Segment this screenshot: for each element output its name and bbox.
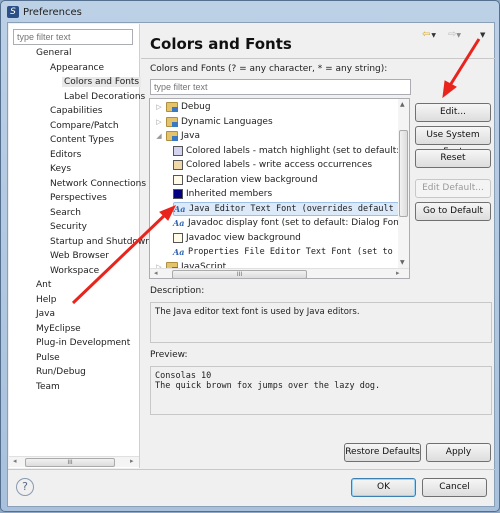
category-folder-icon xyxy=(166,116,178,127)
help-icon[interactable]: ? xyxy=(16,478,34,496)
preference-tree-item[interactable]: Search xyxy=(50,208,81,218)
tree-item-label: Debug xyxy=(181,102,211,112)
color-font-tree-item[interactable]: ▷ Dynamic Languages xyxy=(155,115,273,129)
color-font-tree-item[interactable]: Aa Javadoc display font (set to default: … xyxy=(173,216,402,230)
tree-item-label: Properties File Editor Text Font (set to xyxy=(188,247,393,257)
color-font-tree-item[interactable]: ▷ Debug xyxy=(155,100,211,114)
color-swatch-icon xyxy=(173,189,183,199)
preference-tree-item[interactable]: Label Decorations xyxy=(64,92,145,102)
tree-item-label: Declaration view background xyxy=(186,174,318,185)
window-title: Preferences xyxy=(23,6,82,18)
preview-label: Preview: xyxy=(150,350,188,360)
cancel-button[interactable]: Cancel xyxy=(422,478,487,497)
vertical-scroll-thumb[interactable] xyxy=(399,130,408,217)
edit-button[interactable]: Edit... xyxy=(415,103,491,122)
preference-tree-item[interactable]: Keys xyxy=(50,164,71,174)
preference-tree-item[interactable]: Compare/Patch xyxy=(50,121,119,131)
tree-vertical-scrollbar[interactable]: ▲ ▼ xyxy=(398,99,409,268)
colors-filter-input[interactable] xyxy=(150,79,411,95)
reset-button[interactable]: Reset xyxy=(415,149,491,168)
use-system-font-button[interactable]: Use System Font xyxy=(415,126,491,157)
expand-toggle-icon[interactable]: ◢ xyxy=(155,129,163,143)
edit-default-button[interactable]: Edit Default... xyxy=(415,179,491,198)
restore-defaults-button[interactable]: Restore Defaults xyxy=(344,443,421,462)
expand-toggle-icon[interactable]: ▷ xyxy=(155,100,163,114)
color-swatch-icon xyxy=(173,174,183,185)
preference-tree-item[interactable]: Startup and Shutdown xyxy=(50,237,151,247)
tree-item-label: Java Editor Text Font (overrides default xyxy=(189,203,394,214)
forward-nav-button[interactable]: ⇨▼ xyxy=(448,29,461,40)
color-font-tree-item[interactable]: Colored labels - write access occurrence… xyxy=(173,158,372,172)
filter-label: Colors and Fonts (? = any character, * =… xyxy=(150,64,388,74)
preview-font-name: Consolas 10 xyxy=(155,371,212,381)
go-to-default-button[interactable]: Go to Default xyxy=(415,202,491,221)
color-font-tree-item[interactable]: ◢ Java xyxy=(155,129,200,143)
back-nav-button[interactable]: ⇦▼ xyxy=(422,29,437,40)
preference-tree-item[interactable]: Appearance xyxy=(50,63,104,73)
view-menu-icon[interactable]: ▼ xyxy=(480,31,485,39)
color-swatch-icon xyxy=(173,232,183,243)
preference-tree-panel: General Appearance Colors and Fonts Label D… xyxy=(9,24,151,468)
colors-and-fonts-tree: ▷ Debug ▷ Dynamic Languages ◢ Java Colored lab… xyxy=(149,98,410,279)
header-divider xyxy=(141,58,495,59)
preference-tree-item[interactable]: Team xyxy=(36,382,60,392)
app-icon: S xyxy=(7,6,19,18)
preference-tree-item[interactable]: Capabilities xyxy=(50,106,103,116)
preference-tree-item[interactable]: Colors and Fonts xyxy=(62,77,142,87)
preferences-window: S Preferences General Appearance Colors an… xyxy=(0,0,500,512)
category-folder-icon xyxy=(166,102,178,112)
font-icon: Aa xyxy=(173,218,185,228)
preference-tree-item[interactable]: Plug-in Development xyxy=(36,338,130,348)
scroll-thumb[interactable]: III xyxy=(172,270,307,278)
tree-item-label: Dynamic Languages xyxy=(181,116,273,127)
preference-tree-item[interactable]: Editors xyxy=(50,150,81,160)
left-horizontal-scrollbar[interactable]: ◂ III ▸ xyxy=(9,456,139,467)
preference-tree-item[interactable]: Java xyxy=(36,309,55,319)
preference-tree-item[interactable]: Network Connections xyxy=(50,179,146,189)
page-title: Colors and Fonts xyxy=(150,35,292,53)
tree-item-label: Inherited members xyxy=(186,189,273,199)
color-font-tree-item[interactable]: Aa Properties File Editor Text Font (set … xyxy=(173,245,393,259)
preference-tree-item[interactable]: Help xyxy=(36,295,57,305)
apply-button[interactable]: Apply xyxy=(426,443,491,462)
expand-toggle-icon[interactable]: ▷ xyxy=(155,115,163,129)
preference-tree-item[interactable]: Security xyxy=(50,222,87,232)
preference-tree-item[interactable]: Ant xyxy=(36,280,51,290)
preference-tree-item[interactable]: Workspace xyxy=(50,266,99,276)
color-font-tree-item[interactable]: Colored labels - match highlight (set to… xyxy=(173,144,399,158)
scroll-thumb[interactable]: III xyxy=(25,458,115,467)
tree-item-label: Colored labels - match highlight (set to… xyxy=(186,145,400,156)
title-bar: S Preferences xyxy=(7,3,82,21)
preview-sample-text: The quick brown fox jumps over the lazy … xyxy=(155,381,381,391)
preference-tree-item[interactable]: Content Types xyxy=(50,135,114,145)
dialog-client: General Appearance Colors and Fonts Label D… xyxy=(7,22,495,507)
tree-item-label: Javadoc display font (set to default: Di… xyxy=(188,218,403,228)
font-icon: Aa xyxy=(174,203,186,214)
color-font-tree-item[interactable]: Aa Java Editor Text Font (overrides defau… xyxy=(173,201,399,216)
color-swatch-icon xyxy=(173,160,183,170)
footer-divider xyxy=(8,469,495,470)
font-preview: Consolas 10 The quick brown fox jumps ov… xyxy=(150,366,492,415)
description-text: The Java editor text font is used by Jav… xyxy=(150,302,492,343)
preference-tree-item[interactable]: Run/Debug xyxy=(36,367,86,377)
preference-tree-item[interactable]: Pulse xyxy=(36,353,60,363)
color-font-tree-item[interactable]: Inherited members xyxy=(173,187,272,201)
description-label: Description: xyxy=(150,286,205,296)
tree-item-label: Colored labels - write access occurrence… xyxy=(186,160,373,170)
preference-tree-item[interactable]: Web Browser xyxy=(50,251,109,261)
color-font-tree-item[interactable]: Javadoc view background xyxy=(173,231,301,245)
tree-horizontal-scrollbar[interactable]: ◂ III ▸ xyxy=(150,268,409,278)
ok-button[interactable]: OK xyxy=(351,478,416,497)
tree-item-label: Java xyxy=(181,131,201,141)
tree-item-label: Javadoc view background xyxy=(186,232,301,243)
color-font-tree-item[interactable]: Declaration view background xyxy=(173,173,318,187)
preference-tree-item[interactable]: General xyxy=(36,48,71,58)
preference-tree-item[interactable]: MyEclipse xyxy=(36,324,81,334)
preference-filter-input[interactable] xyxy=(13,29,133,45)
preference-tree-item[interactable]: Perspectives xyxy=(50,193,107,203)
color-swatch-icon xyxy=(173,145,183,156)
font-icon: Aa xyxy=(173,247,185,257)
category-folder-icon xyxy=(166,131,178,141)
